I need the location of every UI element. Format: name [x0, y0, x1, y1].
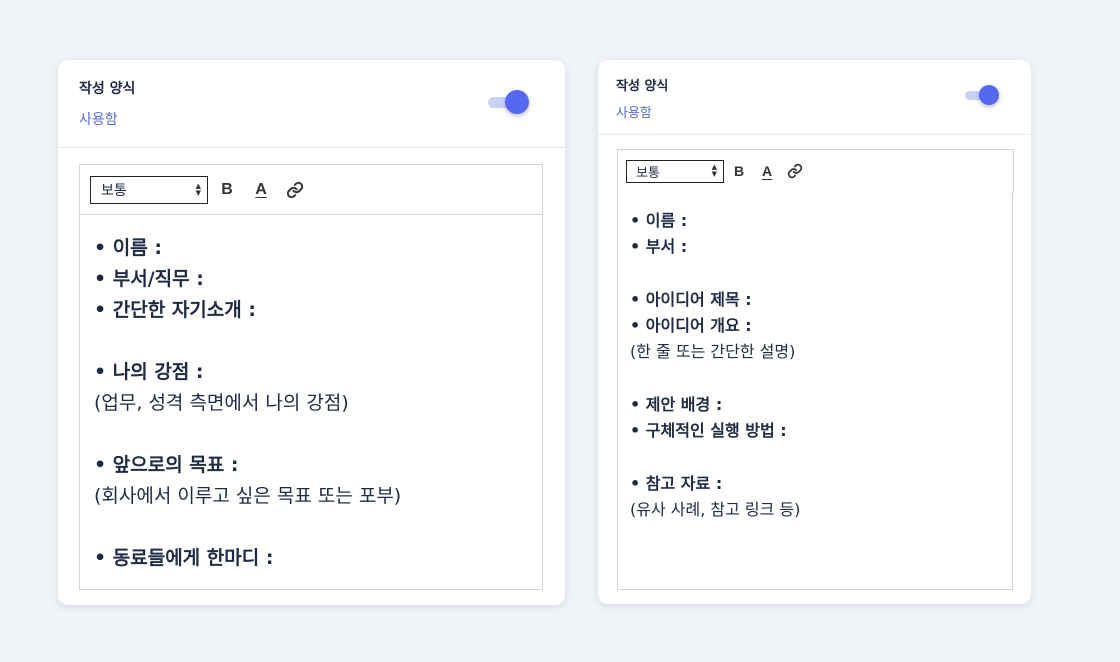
- template-card-intro: 작성 양식 사용함 보통 ▲ ▼ B A • 이름 : • 부서/직무 : • 간단한…: [58, 60, 565, 605]
- editor-blank-line: [94, 326, 528, 357]
- editor-line: • 아이디어 제목 :: [630, 289, 752, 309]
- up-down-chevron-icon: ▲ ▼: [195, 181, 201, 197]
- link-icon: [787, 163, 803, 179]
- text-color-button[interactable]: A: [246, 175, 276, 205]
- editor-line: • 동료들에게 한마디 :: [94, 547, 274, 569]
- link-button[interactable]: [280, 175, 310, 205]
- editor-line: • 부서 :: [630, 237, 688, 257]
- format-select[interactable]: 보통 ▲ ▼: [626, 159, 724, 183]
- editor-blank-line: [630, 366, 1000, 392]
- link-button[interactable]: [782, 158, 808, 184]
- card-status: 사용함: [79, 112, 118, 128]
- format-select-value: 보통: [636, 165, 660, 181]
- editor-blank-line: [630, 261, 1000, 287]
- bold-button[interactable]: B: [212, 175, 242, 205]
- editor-line: (업무, 성격 측면에서 나의 강점): [94, 392, 349, 414]
- template-card-idea: 작성 양식 사용함 보통 ▲ ▼ B A • 이름 : • 부서 : • 아이디어 제…: [598, 60, 1031, 604]
- editor-line: • 부서/직무 :: [94, 268, 204, 290]
- enable-toggle[interactable]: [486, 89, 530, 115]
- card-header: 작성 양식 사용함: [58, 60, 565, 148]
- editor-toolbar: 보통 ▲ ▼ B A: [617, 149, 1014, 193]
- editor-line: • 간단한 자기소개 :: [94, 299, 256, 321]
- format-select-value: 보통: [101, 182, 127, 199]
- editor-line: (한 줄 또는 간단한 설명): [630, 342, 796, 362]
- editor-line: • 아이디어 개요 :: [630, 316, 752, 336]
- editor-line: • 나의 강점 :: [94, 361, 204, 383]
- editor-toolbar: 보통 ▲ ▼ B A: [79, 164, 543, 215]
- card-header: 작성 양식 사용함: [598, 60, 1031, 135]
- template-editor[interactable]: • 이름 : • 부서 : • 아이디어 제목 : • 아이디어 개요 : (한 줄 또…: [617, 192, 1013, 590]
- text-color-button[interactable]: A: [754, 158, 780, 184]
- link-icon: [286, 181, 304, 198]
- editor-blank-line: [94, 512, 528, 543]
- template-editor[interactable]: • 이름 : • 부서/직무 : • 간단한 자기소개 : • 나의 강점 : (업무,…: [79, 215, 543, 590]
- up-down-chevron-icon: ▲ ▼: [711, 163, 717, 178]
- format-select[interactable]: 보통 ▲ ▼: [90, 175, 208, 204]
- card-title: 작성 양식: [616, 79, 669, 94]
- editor-line: • 이름 :: [94, 237, 162, 259]
- editor-blank-line: [94, 419, 528, 450]
- toggle-knob: [979, 85, 999, 105]
- enable-toggle[interactable]: [964, 84, 1002, 106]
- editor-line: (회사에서 이루고 싶은 목표 또는 포부): [94, 485, 402, 507]
- toggle-knob: [505, 90, 529, 114]
- card-status: 사용함: [616, 106, 652, 121]
- card-title: 작성 양식: [79, 81, 136, 97]
- editor-line: • 앞으로의 목표 :: [94, 454, 239, 476]
- editor-line: • 구체적인 실행 방법 :: [630, 421, 787, 441]
- editor-line: • 참고 자료 :: [630, 473, 723, 493]
- editor-line: (유사 사례, 참고 링크 등): [630, 500, 801, 520]
- editor-blank-line: [630, 445, 1000, 471]
- bold-button[interactable]: B: [726, 158, 752, 184]
- editor-line: • 제안 배경 :: [630, 395, 723, 415]
- editor-line: • 이름 :: [630, 211, 688, 230]
